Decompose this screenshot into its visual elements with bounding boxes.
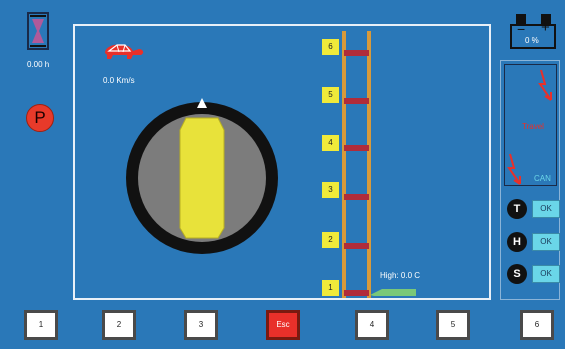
ladder-rung: [344, 98, 369, 104]
level-pointer-icon: [370, 289, 416, 296]
indicator-h-icon: H: [507, 232, 527, 252]
level-3-label: 3: [322, 182, 339, 198]
steering-dial: [126, 98, 278, 254]
softkey-4-button[interactable]: 4: [355, 310, 389, 340]
level-1-label: 1: [322, 280, 339, 296]
ladder-rung: [344, 243, 369, 249]
speed-value: 0.0 Km/s: [103, 76, 135, 85]
level-6-label: 6: [322, 39, 339, 55]
can-fault-icon: [507, 153, 521, 185]
indicator-h-ok-button[interactable]: OK: [532, 233, 560, 251]
indicator-t-ok-button[interactable]: OK: [532, 200, 560, 218]
softkey-5-button[interactable]: 5: [436, 310, 470, 340]
turtle-speed-icon: [105, 44, 144, 59]
battery-percent: 0 %: [525, 36, 539, 45]
battery-minus: −: [517, 21, 526, 37]
level-5-label: 5: [322, 87, 339, 103]
temperature-readout: High: 0.0 C: [380, 271, 421, 280]
indicator-t-icon: T: [507, 199, 527, 219]
softkey-1-button[interactable]: 1: [24, 310, 58, 340]
travel-fault-icon: [538, 69, 552, 101]
softkey-2-button[interactable]: 2: [102, 310, 136, 340]
ladder-rung: [344, 290, 369, 296]
hourglass-icon: [27, 12, 49, 50]
escape-button[interactable]: Esc: [266, 310, 300, 340]
ladder-rung: [344, 194, 369, 200]
indicator-s-ok-button[interactable]: OK: [532, 265, 560, 283]
softkey-3-button[interactable]: 3: [184, 310, 218, 340]
level-4-label: 4: [322, 135, 339, 151]
ladder-rail-right: [367, 31, 371, 298]
indicator-s-icon: S: [507, 264, 527, 284]
hour-meter-value: 0.00 h: [27, 60, 50, 69]
park-brake-indicator: P: [26, 104, 54, 132]
softkey-6-button[interactable]: 6: [520, 310, 554, 340]
ladder-rail-left: [342, 31, 346, 298]
level-2-label: 2: [322, 232, 339, 248]
ladder-rung: [344, 50, 369, 56]
battery-plus: +: [541, 19, 550, 36]
can-status-label: CAN: [534, 174, 551, 183]
travel-status-label: Travel: [522, 122, 544, 131]
ladder-rung: [344, 145, 369, 151]
